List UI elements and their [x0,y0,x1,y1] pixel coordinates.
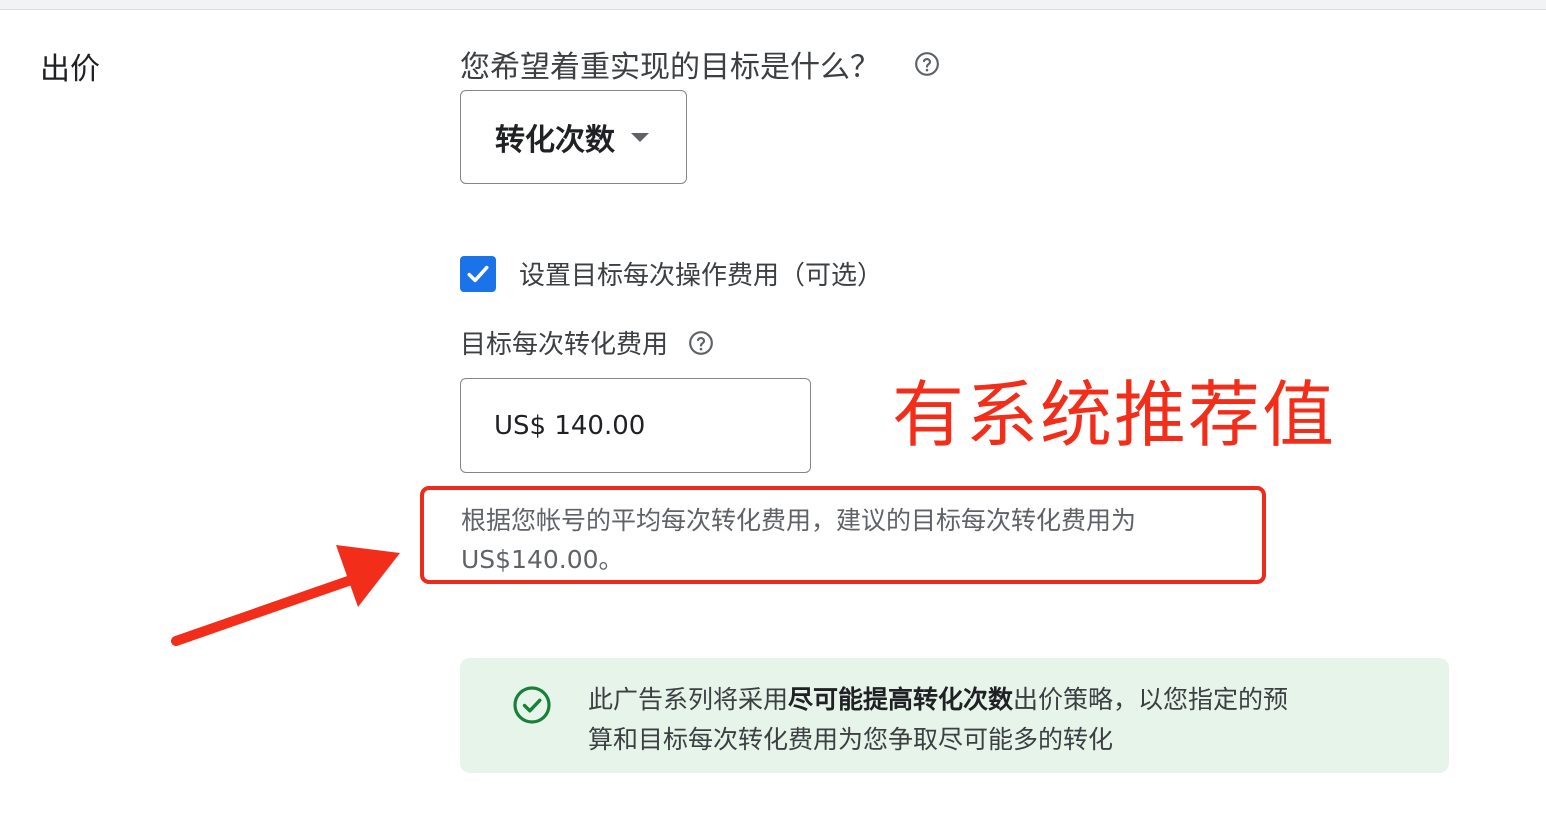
goal-dropdown[interactable]: 转化次数 [460,90,687,184]
strategy-info-prefix: 此广告系列将采用 [588,685,789,714]
check-circle-icon [512,685,552,725]
annotation-callout: 有系统推荐值 [892,373,1337,457]
target-cpa-checkbox[interactable] [460,255,496,292]
target-cpa-checkbox-label[interactable]: 设置目标每次操作费用（可选） [519,255,883,292]
target-cpa-field-label: 目标每次转化费用 [460,330,669,360]
strategy-info-line2: 算和目标每次转化费用为您争取尽可能多的转化 [588,725,1114,754]
red-arrow-icon [171,545,400,646]
target-cpa-input-value: US$ 140.00 [494,410,646,441]
top-divider [0,0,1546,10]
strategy-info-text: 此广告系列将采用尽可能提高转化次数出价策略，以您指定的预 算和目标每次转化费用为… [588,680,1408,760]
annotation-highlight-box [420,486,1266,584]
strategy-name: 尽可能提高转化次数 [788,685,1014,714]
target-cpa-toggle-row: 设置目标每次操作费用（可选） [460,255,883,292]
goal-dropdown-value: 转化次数 [495,123,615,158]
target-cpa-field-label-row: 目标每次转化费用 [460,324,714,361]
strategy-info-suffix: 出价策略，以您指定的预 [1013,685,1289,714]
goal-question: 您希望着重实现的目标是什么？ [460,42,940,86]
caret-down-icon [631,132,649,142]
goal-question-text: 您希望着重实现的目标是什么？ [460,50,880,85]
bidding-settings-page: 出价 您希望着重实现的目标是什么？ 转化次数 设置目标每次操作费用（可选） 目标… [0,0,1546,814]
help-circle-icon[interactable] [914,51,940,77]
target-cpa-input[interactable]: US$ 140.00 [460,378,811,473]
section-title: 出价 [40,52,100,87]
strategy-info-banner: 此广告系列将采用尽可能提高转化次数出价策略，以您指定的预 算和目标每次转化费用为… [460,658,1449,773]
strategy-info-line1: 此广告系列将采用尽可能提高转化次数出价策略，以您指定的预 [588,680,1408,720]
help-circle-icon[interactable] [688,330,714,356]
check-icon [467,265,489,282]
